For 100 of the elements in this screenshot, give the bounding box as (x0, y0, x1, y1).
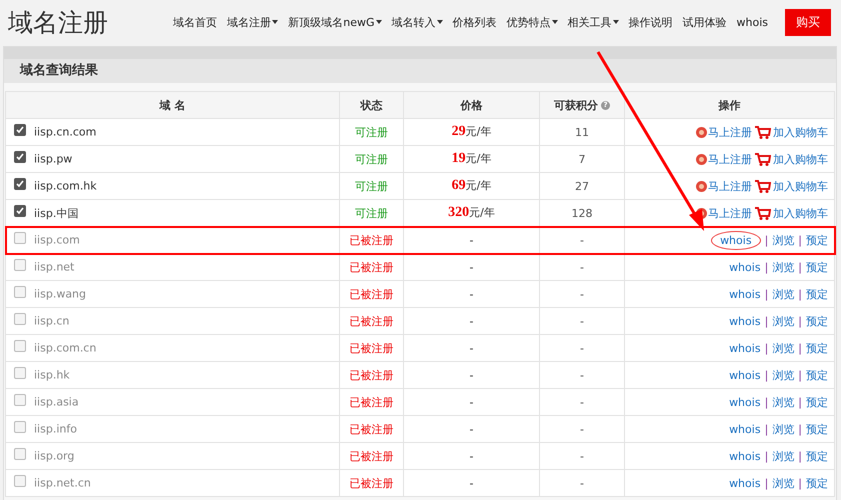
column-header: 操作 (624, 92, 834, 118)
add-to-cart-link[interactable]: 加入购物车 (755, 178, 828, 194)
domain-name: iisp.cn (34, 314, 70, 328)
action-link[interactable]: 预定 (806, 476, 828, 490)
action-link[interactable]: 浏览 (772, 368, 794, 382)
register-icon (696, 180, 707, 192)
checkbox[interactable] (14, 421, 26, 434)
points-text: - (540, 334, 624, 362)
nav-link[interactable]: whois (732, 16, 773, 28)
action-link[interactable]: 浏览 (772, 422, 794, 436)
checkbox[interactable] (14, 178, 26, 190)
action-link[interactable]: 浏览 (772, 260, 794, 274)
register-link[interactable]: 马上注册 (696, 178, 752, 194)
action-link[interactable]: 预定 (806, 232, 828, 248)
whois-link[interactable]: whois (729, 476, 761, 490)
separator: | (798, 476, 802, 490)
nav-link[interactable]: 优势特点 (502, 14, 562, 30)
price-text: - (404, 308, 540, 334)
whois-link[interactable]: whois (729, 314, 761, 328)
status-text: 可注册 (340, 172, 404, 200)
add-to-cart-link[interactable]: 加入购物车 (755, 206, 828, 220)
action-link[interactable]: 浏览 (772, 340, 794, 356)
checkbox[interactable] (14, 313, 26, 326)
whois-link[interactable]: whois (729, 368, 761, 382)
action-link[interactable]: 预定 (806, 314, 828, 328)
domain-name: iisp.com (34, 234, 80, 247)
nav-link[interactable]: 相关工具 (562, 14, 624, 30)
separator: | (764, 476, 768, 490)
whois-link[interactable]: whois (711, 230, 761, 250)
points-text: - (540, 280, 624, 308)
action-link[interactable]: 预定 (806, 340, 828, 356)
points-text: - (540, 442, 624, 470)
checkbox[interactable] (14, 475, 26, 488)
nav-link[interactable]: 价格列表 (448, 14, 502, 30)
action-link[interactable]: 浏览 (772, 476, 794, 490)
column-header: 域 名 (6, 92, 340, 118)
action-link[interactable]: 浏览 (772, 448, 794, 464)
domain-name: iisp.asia (34, 396, 79, 409)
action-link[interactable]: 浏览 (772, 286, 794, 302)
status-text: 可注册 (340, 146, 404, 172)
nav-link[interactable]: 域名转入 (386, 14, 448, 30)
status-text: 已被注册 (340, 388, 404, 416)
price-text: 29元/年 (404, 118, 540, 146)
action-link[interactable]: 预定 (806, 422, 828, 436)
price-text: - (404, 226, 540, 254)
checkbox[interactable] (14, 124, 26, 136)
register-link[interactable]: 马上注册 (696, 152, 752, 166)
separator: | (798, 260, 802, 274)
checkbox[interactable] (14, 448, 26, 460)
price-text: - (404, 254, 540, 280)
checkbox[interactable] (14, 151, 26, 164)
action-link[interactable]: 浏览 (772, 314, 794, 328)
action-link[interactable]: 浏览 (772, 232, 794, 248)
checkbox[interactable] (14, 340, 26, 352)
nav-link[interactable]: 试用体验 (678, 14, 732, 30)
domain-name: iisp.net.cn (34, 476, 91, 490)
points-text: - (540, 362, 624, 388)
checkbox[interactable] (14, 205, 26, 217)
nav-link[interactable]: 域名注册 (222, 14, 284, 30)
action-link[interactable]: 预定 (806, 368, 828, 382)
site-logo[interactable]: 域名注册 (8, 6, 108, 38)
status-text: 已被注册 (340, 470, 404, 496)
add-to-cart-link[interactable]: 加入购物车 (755, 124, 828, 140)
separator: | (798, 342, 802, 354)
checkbox[interactable] (14, 394, 26, 406)
whois-link[interactable]: whois (729, 260, 761, 274)
separator: | (798, 288, 802, 300)
action-link[interactable]: 预定 (806, 448, 828, 464)
checkbox[interactable] (14, 367, 26, 380)
checkbox[interactable] (14, 286, 26, 298)
whois-link[interactable]: whois (729, 450, 761, 462)
nav-link[interactable]: 操作说明 (624, 14, 678, 30)
add-to-cart-link[interactable]: 加入购物车 (755, 152, 828, 166)
checkbox[interactable] (14, 232, 26, 244)
action-link[interactable]: 预定 (806, 286, 828, 302)
status-text: 已被注册 (340, 308, 404, 334)
price-text: 69元/年 (404, 172, 540, 200)
separator: | (764, 422, 768, 436)
domain-name: iisp.net (34, 260, 74, 274)
register-link[interactable]: 马上注册 (696, 124, 752, 140)
buy-button[interactable]: 购买 (785, 8, 831, 36)
whois-link[interactable]: whois (729, 422, 761, 436)
points-text: - (540, 470, 624, 496)
panel-title: 域名查询结果 (4, 59, 836, 83)
action-link[interactable]: 预定 (806, 260, 828, 274)
status-text: 已被注册 (340, 442, 404, 470)
domain-name: iisp.hk (34, 368, 70, 382)
whois-link[interactable]: whois (729, 396, 761, 408)
whois-link[interactable]: whois (729, 288, 761, 300)
action-link[interactable]: 浏览 (772, 394, 794, 410)
points-text: - (540, 308, 624, 334)
separator: | (798, 422, 802, 436)
whois-link[interactable]: whois (729, 342, 761, 354)
separator: | (764, 314, 768, 328)
nav-link[interactable]: 域名首页 (168, 14, 222, 30)
points-text: 7 (540, 146, 624, 172)
nav-link[interactable]: 新顶级域名newG (283, 14, 386, 30)
checkbox[interactable] (14, 259, 26, 272)
separator: | (798, 396, 802, 408)
action-link[interactable]: 预定 (806, 394, 828, 410)
